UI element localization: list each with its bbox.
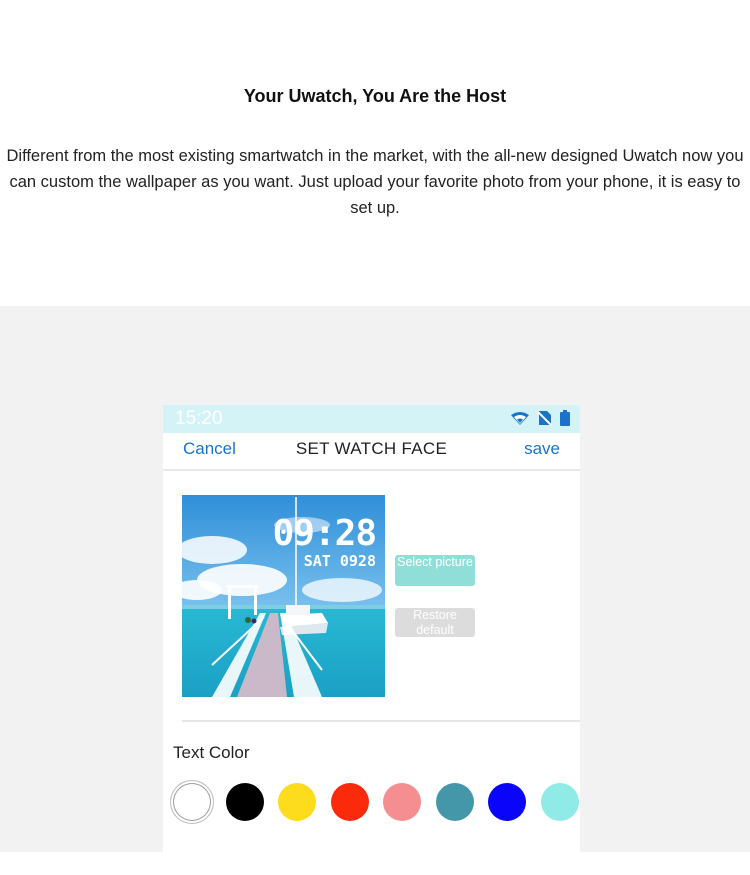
save-button[interactable]: save — [524, 439, 560, 459]
color-swatch-red[interactable] — [331, 783, 369, 821]
no-sim-icon — [538, 411, 552, 426]
description: Different from the most existing smartwa… — [6, 147, 744, 217]
divider — [182, 720, 580, 722]
cancel-button[interactable]: Cancel — [183, 439, 236, 459]
status-icons — [510, 410, 570, 426]
battery-icon — [560, 410, 570, 426]
color-swatch-black[interactable] — [226, 783, 264, 821]
wifi-icon — [511, 412, 529, 425]
color-swatch-blue[interactable] — [488, 783, 526, 821]
select-picture-button[interactable]: Select picture — [395, 555, 475, 586]
watch-time: 09:28 — [272, 513, 377, 554]
text-color-label: Text Color — [173, 743, 250, 762]
bottom-strip — [0, 852, 750, 875]
restore-default-button[interactable]: Restore default — [395, 608, 475, 637]
intro-section: Your Uwatch, You Are the Host Different … — [0, 0, 750, 306]
status-bar: 15:20 — [163, 405, 580, 433]
status-time: 15:20 — [175, 408, 223, 429]
watch-face-preview: 09:28 SAT 0928 — [182, 495, 385, 697]
nav-bar: Cancel SET WATCH FACE save — [163, 433, 580, 471]
color-swatch-pink[interactable] — [383, 783, 421, 821]
phone-screen: 15:20 Cancel SET WATCH FACE save 09:28 S… — [163, 405, 580, 852]
headline: Your Uwatch, You Are the Host — [243, 86, 507, 106]
color-swatch-teal[interactable] — [436, 783, 474, 821]
color-swatch-yellow[interactable] — [278, 783, 316, 821]
watch-date: SAT 0928 — [303, 552, 376, 570]
color-swatches — [173, 783, 580, 825]
color-swatch-white[interactable] — [173, 783, 211, 821]
color-swatch-aqua[interactable] — [541, 783, 579, 821]
